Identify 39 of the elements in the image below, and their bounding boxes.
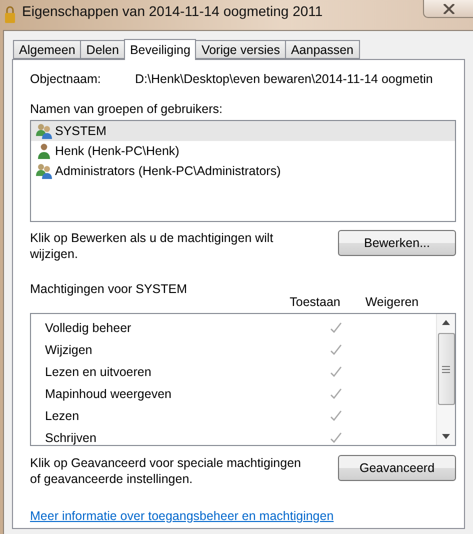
column-header: Toestaan	[288, 295, 342, 309]
users-label: Namen van groepen of gebruikers:	[30, 102, 224, 116]
scrollbar-thumb[interactable]	[438, 333, 454, 405]
edit-hint-text: Klik op Bewerken als u de machtigingen wilt wijzigen.	[30, 230, 274, 262]
object-name-label: Objectnaam:	[30, 72, 102, 86]
tab[interactable]: Aanpassen	[284, 40, 360, 59]
permission-name: Schrijven	[45, 431, 98, 445]
permission-name: Volledig beheer	[45, 321, 132, 335]
grip-icon	[442, 366, 450, 372]
tab[interactable]: Beveiliging	[124, 39, 196, 60]
scroll-down-icon[interactable]	[442, 434, 450, 439]
permission-name: Mapinhoud weergeven	[45, 387, 172, 401]
user-name: SYSTEM	[55, 124, 106, 138]
permission-name: Lezen	[45, 409, 80, 423]
permission-name: Lezen en uitvoeren	[45, 365, 152, 379]
user-list-item[interactable]: Henk (Henk-PC\Henk)	[31, 141, 455, 161]
user-icon	[35, 143, 53, 159]
tab[interactable]: Algemeen	[13, 40, 82, 59]
scroll-up-icon[interactable]	[442, 320, 450, 325]
permission-name: Wijzigen	[45, 343, 94, 357]
window-title: Eigenschappen van 2014-11-14 oogmeting 2011	[22, 3, 324, 19]
tab[interactable]: Vorige versies	[195, 40, 286, 59]
advanced-button[interactable]: Geavanceerd	[338, 455, 456, 481]
user-list-item[interactable]: Administrators (Henk-PC\Administrators)	[31, 161, 455, 181]
close-icon	[442, 4, 454, 14]
advanced-hint-text: Klik op Geavanceerd voor speciale machtigingen of geavanceerde instellingen.	[30, 455, 302, 487]
object-name-value: D:\Henk\Desktop\even bewaren\2014-11-14 oogmetin	[135, 72, 433, 86]
close-button[interactable]	[423, 0, 473, 18]
user-name: Administrators (Henk-PC\Administrators)	[55, 164, 281, 178]
scrollbar[interactable]	[436, 314, 455, 445]
edit-button[interactable]: Bewerken...	[338, 230, 456, 256]
user-group-icon	[35, 123, 53, 139]
user-name: Henk (Henk-PC\Henk)	[55, 144, 180, 158]
user-group-icon	[35, 163, 53, 179]
tab[interactable]: Delen	[80, 40, 125, 59]
user-list-item[interactable]: SYSTEM	[31, 121, 455, 141]
help-link[interactable]: Meer informatie over toegangsbeheer en machtigingen	[30, 509, 334, 523]
column-header: Weigeren	[364, 295, 420, 309]
permissions-title: Machtigingen voor SYSTEM	[30, 282, 188, 296]
